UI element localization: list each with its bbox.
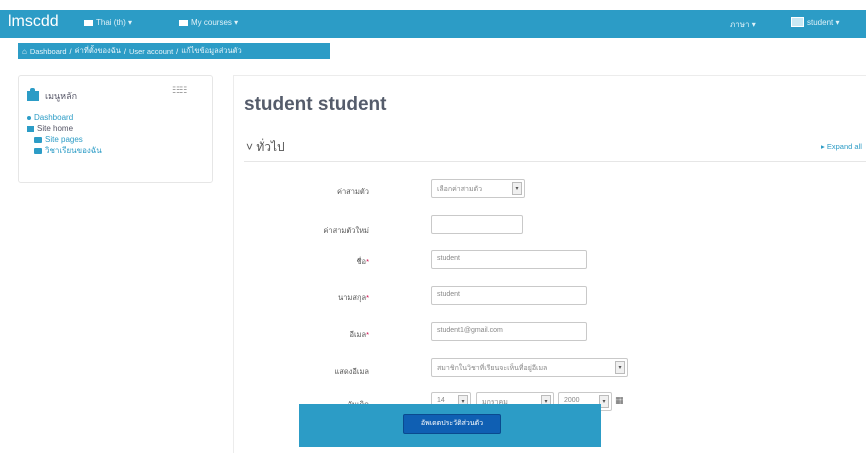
my-courses-menu[interactable]: My courses ▾ — [179, 18, 238, 27]
site-home-icon — [27, 125, 34, 132]
date-day-value: 14 — [437, 397, 445, 404]
chevron-down-icon: ▾ — [615, 361, 625, 374]
bullet-icon — [27, 115, 31, 120]
nav-item-site-home[interactable]: Site home — [27, 123, 102, 134]
home-icon: ⌂ — [22, 46, 27, 56]
lastname-field[interactable]: student — [431, 286, 587, 305]
nav-item-my-courses[interactable]: วิชาเรียนของฉัน — [27, 145, 102, 156]
new-password-label: ค่าสามตัวใหม่ — [323, 226, 369, 235]
firstname-label: ชื่อ* — [356, 257, 369, 266]
collapse-icon: ˅ — [246, 140, 257, 154]
navigation-tree: Dashboard Site home Site pages วิชาเรียน… — [27, 112, 102, 156]
section-legend[interactable]: ˅ ทั่วไป — [246, 138, 285, 157]
nav-item-label: วิชาเรียนของฉัน — [45, 146, 102, 155]
email-display-label: แสดงอีเมล — [334, 367, 369, 376]
breadcrumb-separator: / — [69, 46, 72, 56]
breadcrumb-separator: / — [123, 46, 126, 56]
update-profile-button[interactable]: อัพเดตประวัติส่วนตัว — [403, 414, 501, 434]
main-region: student student ▸ Expand all ˅ ทั่วไป ค่… — [233, 75, 866, 453]
language-menu-label: Thai (th) ▾ — [96, 18, 133, 27]
block-header: เมนูหลัก — [27, 88, 78, 103]
breadcrumb-item-preferences[interactable]: ค่าที่ตั้งของฉัน — [75, 45, 121, 57]
nav-item-dashboard[interactable]: Dashboard — [27, 112, 102, 123]
right-language-menu[interactable]: ภาษา ▾ — [730, 18, 756, 31]
auth-select-value: เลือกค่าสามตัว — [437, 186, 483, 193]
dock-icon[interactable]: ☷☷ — [172, 85, 187, 96]
sitemap-icon — [27, 88, 39, 101]
legend-label: ทั่วไป — [256, 140, 285, 154]
breadcrumb-separator: / — [176, 46, 179, 56]
nav-item-label: Site pages — [45, 135, 83, 144]
breadcrumb-item-dashboard[interactable]: Dashboard — [30, 47, 67, 56]
flag-icon — [84, 19, 93, 26]
navigation-block: เมนูหลัก ☷☷ Dashboard Site home Site pag… — [18, 75, 213, 183]
chevron-down-icon: ▾ — [512, 182, 522, 195]
calendar-icon[interactable]: ▦ — [615, 395, 624, 406]
section-divider — [244, 161, 866, 162]
email-display-select[interactable]: สมาชิกในวิชาที่เรียนจะเห็นที่อยู่อีเมล ▾ — [431, 358, 628, 377]
new-password-field[interactable] — [431, 215, 523, 234]
sticky-footer: อัพเดตประวัติส่วนตัว — [299, 404, 601, 447]
page-title: student student — [244, 94, 387, 115]
user-menu-label: student ▾ — [807, 17, 840, 27]
lastname-label: นามสกุล* — [338, 293, 369, 302]
nav-item-label: Dashboard — [34, 113, 74, 122]
courses-icon — [179, 19, 188, 26]
user-menu[interactable]: student ▾ — [791, 17, 839, 27]
expand-all-label: Expand all — [826, 142, 862, 151]
block-title: เมนูหลัก — [45, 91, 78, 101]
email-field[interactable]: student1@gmail.com — [431, 322, 587, 341]
site-brand[interactable]: lmscdd — [8, 13, 59, 31]
folder-icon — [34, 147, 42, 154]
breadcrumb: ⌂ Dashboard / ค่าที่ตั้งของฉัน / User ac… — [18, 43, 330, 59]
auth-select[interactable]: เลือกค่าสามตัว ▾ — [431, 179, 525, 198]
firstname-field[interactable]: student — [431, 250, 587, 269]
email-display-value: สมาชิกในวิชาที่เรียนจะเห็นที่อยู่อีเมล — [437, 365, 548, 372]
breadcrumb-item-user-account[interactable]: User account — [129, 47, 173, 56]
email-label: อีเมล* — [349, 330, 369, 339]
breadcrumb-item-edit-profile[interactable]: แก้ไขข้อมูลส่วนตัว — [181, 45, 241, 57]
nav-item-site-pages[interactable]: Site pages — [27, 134, 102, 145]
date-year-value: 2000 — [564, 397, 580, 404]
language-menu[interactable]: Thai (th) ▾ — [84, 18, 132, 27]
expand-all-link[interactable]: ▸ Expand all — [821, 142, 862, 151]
nav-item-label: Site home — [37, 124, 74, 133]
auth-label: ค่าสามตัว — [336, 187, 369, 196]
avatar — [791, 17, 804, 27]
top-navbar: lmscdd Thai (th) ▾ My courses ▾ ภาษา ▾ s… — [0, 10, 866, 38]
folder-icon — [34, 136, 42, 143]
my-courses-menu-label: My courses ▾ — [191, 18, 239, 27]
